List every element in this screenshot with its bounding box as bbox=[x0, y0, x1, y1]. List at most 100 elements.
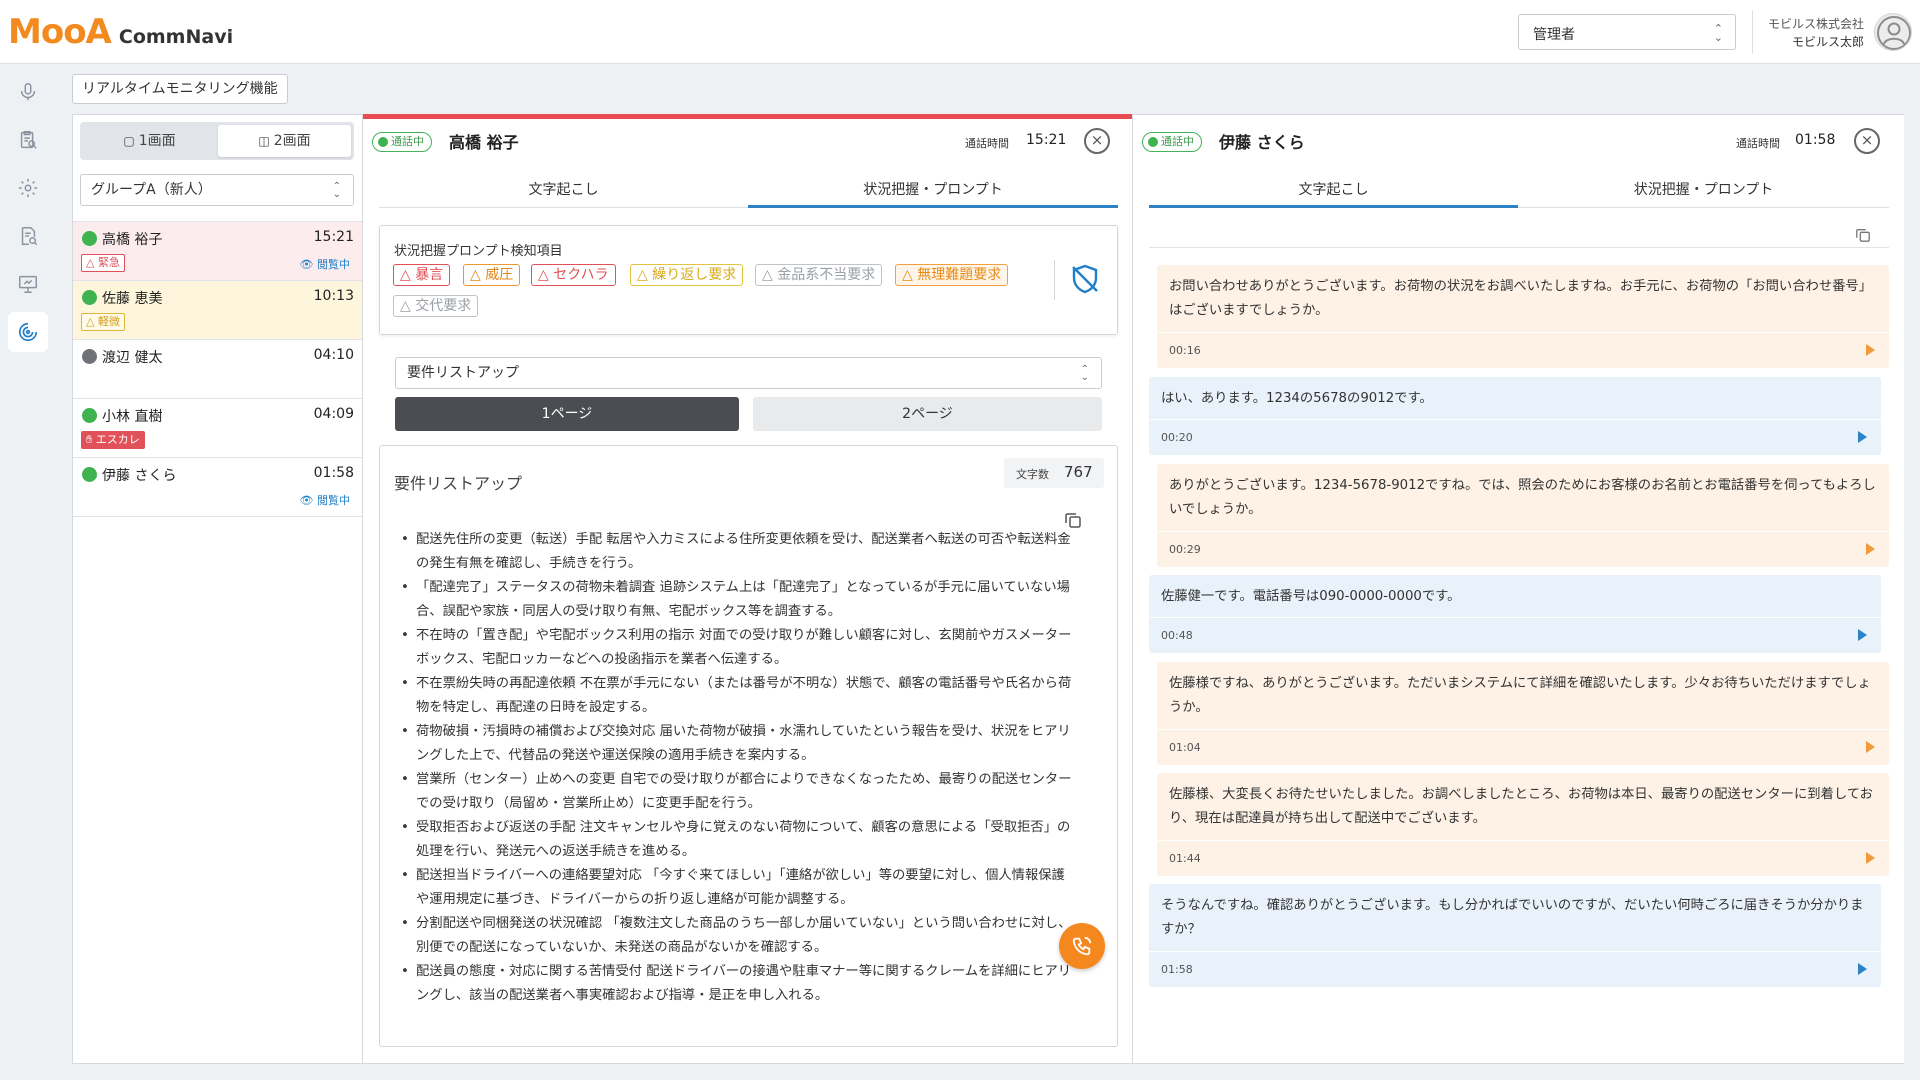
message-timestamp: 00:16 bbox=[1169, 344, 1201, 357]
presentation-icon[interactable] bbox=[8, 264, 48, 304]
operator-row[interactable]: 渡辺 健太 04:10 bbox=[73, 339, 362, 399]
play-icon[interactable] bbox=[1866, 852, 1875, 864]
call-panel-right: 通話中 伊藤 さくら 通話時間 01:58 × 文字起こし 状況把握・プロンプト… bbox=[1133, 115, 1904, 1063]
role-select[interactable]: 管理者 ⌃ ⌄ bbox=[1518, 14, 1736, 50]
two-screen-button[interactable]: ◫ 2画面 bbox=[218, 125, 351, 157]
close-icon[interactable]: × bbox=[1084, 128, 1110, 154]
user-info: モビルス株式会社 モビルス太郎 bbox=[1768, 15, 1864, 51]
page-2-button[interactable]: 2ページ bbox=[753, 397, 1102, 431]
badge-label: エスカレ bbox=[95, 433, 140, 446]
page-1-button[interactable]: 1ページ bbox=[395, 397, 739, 431]
monitoring-radar-icon[interactable] bbox=[8, 312, 48, 352]
layout-toggle: ▢ 1画面 ◫ 2画面 bbox=[80, 122, 354, 160]
operator-list-column: ▢ 1画面 ◫ 2画面 グループA（新人） ⌃ ⌄ 高橋 裕子 15:21 △ 緊急 … bbox=[73, 115, 363, 1063]
requirements-box: 要件リストアップ 文字数 767 配送先住所の変更（転送）手配 転居や入力ミスに… bbox=[379, 445, 1118, 1047]
status-dot bbox=[82, 408, 97, 423]
group-select-value: グループA（新人） bbox=[91, 182, 212, 198]
char-count: 文字数 767 bbox=[1004, 458, 1104, 488]
tab-transcript[interactable]: 文字起こし bbox=[1149, 176, 1518, 208]
phone-intervene-icon[interactable] bbox=[1059, 923, 1105, 969]
escalation-badge: ✋︎ エスカレ bbox=[81, 431, 145, 449]
operator-row[interactable]: 小林 直樹 04:09 ✋︎ エスカレ bbox=[73, 398, 362, 458]
char-count-value: 767 bbox=[1064, 463, 1093, 481]
play-icon[interactable] bbox=[1866, 543, 1875, 555]
panel-tabs: 文字起こし 状況把握・プロンプト bbox=[1149, 176, 1889, 208]
eye-icon: 👁︎ bbox=[299, 494, 314, 507]
requirement-select-value: 要件リストアップ bbox=[407, 365, 519, 381]
copy-icon[interactable] bbox=[1855, 227, 1871, 243]
play-icon[interactable] bbox=[1858, 629, 1867, 641]
transcript-message-customer: はい、あります。1234の5678の9012です。 00:20 bbox=[1149, 377, 1881, 455]
operator-name: 小林 直樹 bbox=[102, 409, 163, 425]
transcript-message-customer: 佐藤健一です。電話番号は090-0000-0000です。 00:48 bbox=[1149, 575, 1881, 653]
operator-list: 高橋 裕子 15:21 △ 緊急 👁︎ 閲覧中 佐藤 恵美 10:13 △ 軽微… bbox=[73, 221, 362, 517]
operator-call-time: 15:21 bbox=[313, 229, 354, 245]
list-item: 配送員の態度・対応に関する苦情受付 配送ドライバーの接遇や駐車マナー等に関するク… bbox=[401, 960, 1076, 1008]
status-dot bbox=[82, 231, 97, 246]
one-screen-button[interactable]: ▢ 1画面 bbox=[83, 125, 216, 157]
list-item: 荷物破損・汚損時の補償および交換対応 届いた荷物が破損・水濡れしていたという報告… bbox=[401, 720, 1076, 768]
feature-label: リアルタイムモニタリング機能 bbox=[72, 74, 288, 104]
document-search-icon[interactable] bbox=[8, 216, 48, 256]
list-item: 分割配送や同梱発送の状況確認 「複数注文した商品のうち一部しか届いていない」とい… bbox=[401, 912, 1076, 960]
user-name: モビルス太郎 bbox=[1791, 35, 1864, 49]
gear-icon[interactable] bbox=[8, 168, 48, 208]
detection-chip: △ 威圧 bbox=[463, 264, 521, 286]
operator-row[interactable]: 伊藤 さくら 01:58 👁︎ 閲覧中 bbox=[73, 457, 362, 517]
monitoring-status: 👁︎ 閲覧中 bbox=[300, 492, 350, 508]
detection-chip: △ 繰り返し要求 bbox=[630, 264, 744, 286]
operator-call-time: 01:58 bbox=[313, 465, 354, 481]
tab-situation-prompt[interactable]: 状況把握・プロンプト bbox=[1518, 176, 1889, 208]
call-time: 01:58 bbox=[1795, 132, 1836, 148]
requirements-title: 要件リストアップ bbox=[394, 474, 523, 493]
operator-name: 渡辺 健太 bbox=[102, 350, 163, 366]
detection-box: 状況把握プロンプト検知項目 △ 暴言 △ 威圧 △ セクハラ △ 繰り返し要求 … bbox=[379, 225, 1118, 335]
message-footer: 00:20 bbox=[1149, 419, 1881, 455]
nav-rail bbox=[0, 64, 56, 1080]
message-text: ありがとうございます。1234-5678-9012ですね。では、照会のためにお客… bbox=[1169, 478, 1876, 517]
microphone-icon[interactable] bbox=[8, 72, 48, 112]
operator-name: 高橋 裕子 bbox=[449, 133, 519, 152]
list-item: 不在票紛失時の再配達依頼 不在票が手元にない（または番号が不明な）状態で、顧客の… bbox=[401, 672, 1076, 720]
logo-main-text: MooA bbox=[8, 12, 112, 52]
play-icon[interactable] bbox=[1858, 431, 1867, 443]
operator-call-time: 04:09 bbox=[313, 406, 354, 422]
group-select[interactable]: グループA（新人） ⌃ ⌄ bbox=[80, 174, 354, 206]
company-name: モビルス株式会社 bbox=[1767, 17, 1864, 31]
list-item: 営業所（センター）止めへの変更 自宅での受け取りが都合によりできなくなったため、… bbox=[401, 768, 1076, 816]
message-text: 佐藤様ですね、ありがとうございます。ただいまシステムにて詳細を確認いたします。少… bbox=[1169, 676, 1871, 715]
list-item: 「配達完了」ステータスの荷物未着調査 追跡システム上は「配達完了」となっているが… bbox=[401, 576, 1076, 624]
shield-off-icon[interactable] bbox=[1068, 262, 1102, 296]
play-icon[interactable] bbox=[1858, 963, 1867, 975]
char-count-label: 文字数 bbox=[1016, 468, 1049, 481]
transcript-message-operator: 佐藤様ですね、ありがとうございます。ただいまシステムにて詳細を確認いたします。少… bbox=[1157, 662, 1889, 765]
call-status-badge: 通話中 bbox=[372, 132, 432, 152]
copy-icon[interactable] bbox=[1064, 511, 1082, 529]
close-icon[interactable]: × bbox=[1854, 128, 1880, 154]
app-logo[interactable]: MooA CommNavi bbox=[8, 12, 233, 52]
play-icon[interactable] bbox=[1866, 741, 1875, 753]
single-pane-icon: ▢ bbox=[123, 134, 135, 148]
requirements-list: 配送先住所の変更（転送）手配 転居や入力ミスによる住所変更依頼を受け、配送業者へ… bbox=[401, 528, 1076, 1008]
hand-icon: ✋︎ bbox=[86, 433, 93, 446]
clipboard-search-icon[interactable] bbox=[8, 120, 48, 160]
transcript-message-operator: ありがとうございます。1234-5678-9012ですね。では、照会のためにお客… bbox=[1157, 464, 1889, 567]
operator-name: 高橋 裕子 bbox=[102, 232, 163, 248]
select-updown-icon: ⌃ ⌄ bbox=[332, 181, 341, 200]
user-avatar-icon[interactable] bbox=[1874, 13, 1912, 51]
play-icon[interactable] bbox=[1866, 344, 1875, 356]
monitoring-label: 閲覧中 bbox=[317, 258, 350, 271]
operator-row[interactable]: 高橋 裕子 15:21 △ 緊急 👁︎ 閲覧中 bbox=[73, 221, 362, 281]
status-dot bbox=[82, 349, 97, 364]
operator-name: 伊藤 さくら bbox=[102, 468, 177, 484]
detection-title: 状況把握プロンプト検知項目 bbox=[394, 244, 563, 259]
operator-call-time: 10:13 bbox=[313, 288, 354, 304]
tab-situation-prompt[interactable]: 状況把握・プロンプト bbox=[748, 176, 1118, 208]
call-header: 通話中 高橋 裕子 通話時間 15:21 × bbox=[363, 115, 1132, 167]
monitoring-label: 閲覧中 bbox=[317, 494, 350, 507]
message-text: そうなんですね。確認ありがとうございます。もし分かればでいいのですが、だいたい何… bbox=[1161, 898, 1864, 937]
requirement-select[interactable]: 要件リストアップ ⌃ ⌄ bbox=[395, 357, 1102, 389]
message-text: はい、あります。1234の5678の9012です。 bbox=[1161, 391, 1433, 406]
tab-transcript[interactable]: 文字起こし bbox=[379, 176, 748, 208]
operator-row[interactable]: 佐藤 恵美 10:13 △ 軽微 bbox=[73, 280, 362, 340]
